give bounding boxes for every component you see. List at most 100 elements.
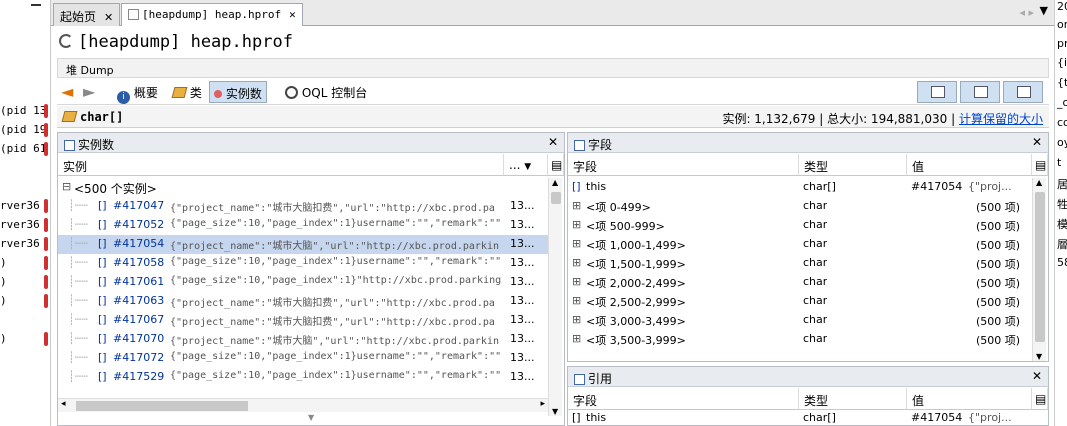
instance-size: 13... xyxy=(510,199,535,212)
tree-group-row[interactable]: ⊟ <500 个实例> xyxy=(58,178,548,197)
table-row[interactable]: ⊞ <项 2,000-2,499> char (500 项) xyxy=(568,273,1032,292)
tab-heap-dump[interactable]: [heapdump] heap.hprof ✕ xyxy=(121,3,303,27)
close-icon[interactable]: ✕ xyxy=(104,11,113,24)
forward-arrow-icon[interactable]: ► xyxy=(79,79,99,101)
tab-start-page[interactable]: 起始页 ✕ xyxy=(53,3,121,26)
table-row[interactable]: ⊞ <项 1,000-1,499> char (500 项) xyxy=(568,235,1032,254)
instance-id: #417072 xyxy=(113,351,165,364)
expand-icon[interactable]: ⊞ xyxy=(572,294,581,307)
scroll-up-icon[interactable]: ▲ xyxy=(1036,178,1042,187)
collapse-icon[interactable]: ⊟ xyxy=(62,180,71,193)
instances-button[interactable]: 实例数 xyxy=(209,81,267,103)
field-preview: (500 项) xyxy=(976,258,1021,271)
oql-console-button[interactable]: OQL 控制台 xyxy=(281,81,371,103)
scrollbar-thumb[interactable] xyxy=(76,401,248,411)
array-icon: [] xyxy=(98,256,107,269)
references-view-button[interactable] xyxy=(1003,81,1043,103)
field-type: char[] xyxy=(803,180,836,193)
column-header-size[interactable]: ... ▼ xyxy=(504,154,548,176)
column-header-type[interactable]: 类型 xyxy=(799,388,907,410)
instances-icon xyxy=(64,140,75,151)
instance-value: {"page_size":10,"page_index":1}username"… xyxy=(170,256,502,267)
column-chooser-icon[interactable]: ▤ xyxy=(1032,154,1048,176)
table-row[interactable]: ⊞ <项 2,500-2,999> char (500 项) xyxy=(568,292,1032,311)
array-icon: [] xyxy=(98,275,107,288)
scrollbar-thumb[interactable] xyxy=(551,192,561,204)
table-row[interactable]: ┊┄┄ [] #417063 {"project_name":"城市大脑扣费","ur… xyxy=(58,292,548,311)
scroll-up-icon[interactable]: ▲ xyxy=(552,178,558,187)
table-row[interactable]: [] this char[] #417054 {"proj... xyxy=(568,411,1032,425)
expand-icon[interactable]: ⊞ xyxy=(572,332,581,345)
references-view-icon xyxy=(1017,86,1031,98)
classes-button[interactable]: 类 xyxy=(169,81,206,103)
minimize-icon[interactable] xyxy=(31,4,41,6)
expand-icon[interactable]: ⊞ xyxy=(572,313,581,326)
expand-icon[interactable]: ⊞ xyxy=(572,199,581,212)
left-line: (pid 19 xyxy=(0,123,47,136)
close-icon[interactable]: ✕ xyxy=(548,135,558,149)
scroll-down-icon[interactable]: ▼ xyxy=(552,407,558,416)
instances-horizontal-scrollbar[interactable]: ◂ ▸ xyxy=(58,398,548,412)
field-name: <项 0-499> xyxy=(586,201,651,214)
table-row[interactable]: ⊞ <项 3,000-3,499> char (500 项) xyxy=(568,311,1032,330)
table-row[interactable]: ┊┄┄ [] #417058 {"page_size":10,"page_index"… xyxy=(58,254,548,273)
sort-arrow-icon: ▼ xyxy=(524,162,532,172)
table-row[interactable]: ⊞ <项 500-999> char (500 项) xyxy=(568,216,1032,235)
right-line: pr xyxy=(1057,37,1067,50)
tab-label: 起始页 xyxy=(60,10,97,24)
close-icon[interactable]: ✕ xyxy=(1032,135,1042,149)
column-chooser-icon[interactable]: ▤ xyxy=(548,154,564,176)
field-name: <项 1,500-1,999> xyxy=(586,258,686,271)
table-row[interactable]: ⊞ <项 0-499> char (500 项) xyxy=(568,197,1032,216)
expand-icon[interactable]: ⊞ xyxy=(572,256,581,269)
class-icon xyxy=(61,111,78,122)
table-row[interactable]: ⊞ <项 1,500-1,999> char (500 项) xyxy=(568,254,1032,273)
array-icon: [] xyxy=(98,199,107,212)
tab-menu-icon[interactable]: ▼ xyxy=(1040,4,1048,17)
table-row[interactable]: [] this char[] #417054 {"proj... xyxy=(568,178,1032,197)
column-header-value[interactable]: 值 xyxy=(907,388,1032,410)
expand-icon[interactable]: ⊞ xyxy=(572,237,581,250)
instances-count: 实例: 1,132,679 xyxy=(722,112,816,126)
table-row[interactable]: ┊┄┄ [] #417054 {"project_name":"城市大脑","url"… xyxy=(58,235,548,254)
left-line: ) xyxy=(0,332,7,345)
table-row[interactable]: ┊┄┄ [] #417529 {"page_size":10,"page_index"… xyxy=(58,368,548,387)
right-line: {ir xyxy=(1057,56,1067,69)
scroll-left-icon[interactable]: ◂ xyxy=(61,399,66,409)
instance-value: {"project_name":"城市大脑扣费","url":"http://x… xyxy=(170,298,495,309)
fields-view-button[interactable] xyxy=(960,81,1000,103)
close-icon[interactable]: ✕ xyxy=(1032,369,1042,383)
expand-icon[interactable]: ⊞ xyxy=(572,218,581,231)
column-header-instance[interactable]: 实例 xyxy=(58,154,504,176)
table-row[interactable]: ┊┄┄ [] #417052 {"page_size":10,"page_index"… xyxy=(58,216,548,235)
column-chooser-icon[interactable]: ▤ xyxy=(1032,388,1048,410)
table-row[interactable]: ┊┄┄ [] #417072 {"page_size":10,"page_index"… xyxy=(58,349,548,368)
field-name: <项 3,000-3,499> xyxy=(586,315,686,328)
table-row[interactable]: ┊┄┄ [] #417067 {"project_name":"城市大脑扣费","ur… xyxy=(58,311,548,330)
tab-scroll-arrows-icon[interactable]: ◂ ▸ xyxy=(1019,6,1034,19)
layout-view-button[interactable] xyxy=(917,81,957,103)
compute-retained-size-link[interactable]: 计算保留的大小 xyxy=(959,112,1043,126)
separator: | xyxy=(951,112,956,126)
instances-vertical-scrollbar[interactable]: ▲ ▼ xyxy=(548,178,562,416)
table-row[interactable]: ┊┄┄ [] #417070 {"project_name":"城市大脑","url"… xyxy=(58,330,548,349)
back-arrow-icon[interactable]: ◄ xyxy=(57,79,77,101)
instances-label: 实例数 xyxy=(225,87,262,101)
table-row[interactable]: ⊞ <项 3,500-3,999> char (500 项) xyxy=(568,330,1032,349)
column-header-type[interactable]: 类型 xyxy=(799,154,907,176)
column-header-field[interactable]: 字段 xyxy=(568,388,799,410)
column-header-value[interactable]: 值 xyxy=(907,154,1032,176)
scrollbar-thumb[interactable] xyxy=(1035,192,1045,342)
field-name: <项 2,500-2,999> xyxy=(586,296,686,309)
scroll-down-icon[interactable]: ▼ xyxy=(1036,352,1042,361)
table-row[interactable]: ┊┄┄ [] #417047 {"project_name":"城市大脑扣费","ur… xyxy=(58,197,548,216)
fields-vertical-scrollbar[interactable]: ▲ ▼ xyxy=(1032,178,1046,361)
fields-panel-header: 字段 ✕ xyxy=(568,133,1048,153)
summary-button[interactable]: i 概要 xyxy=(113,81,162,104)
expand-icon[interactable]: ⊞ xyxy=(572,275,581,288)
column-header-field[interactable]: 字段 xyxy=(568,154,799,176)
table-row[interactable]: ┊┄┄ [] #417061 {"page_size":10,"page_index"… xyxy=(58,273,548,292)
close-icon[interactable]: ✕ xyxy=(289,8,296,21)
splitter-handle-icon[interactable]: ▼ xyxy=(308,413,314,422)
scroll-right-icon[interactable]: ▸ xyxy=(540,399,545,409)
